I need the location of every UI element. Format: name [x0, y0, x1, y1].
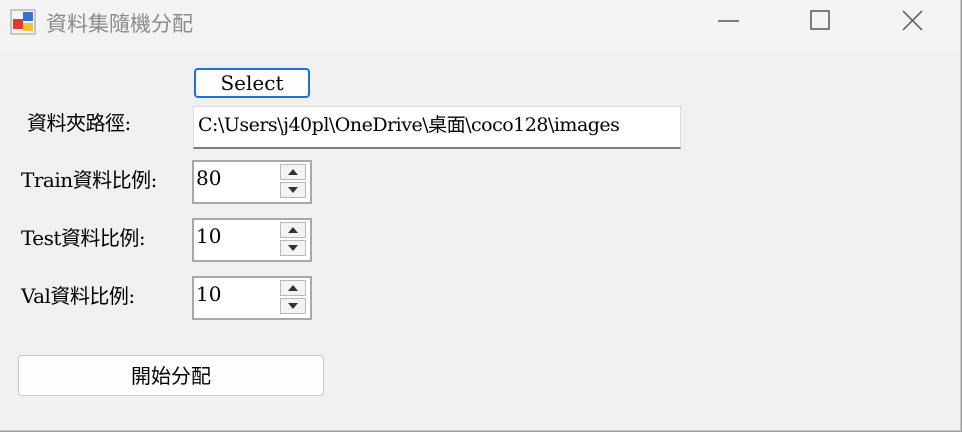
train-spin-up-button[interactable] — [280, 164, 306, 180]
close-icon — [902, 10, 923, 31]
test-spin-buttons — [280, 222, 308, 258]
folder-path-label: 資料夾路徑: — [27, 111, 131, 135]
app-window: 資料集隨機分配 Select 資料夾路徑: C:\Users\j40pl\One… — [0, 0, 961, 431]
val-ratio-spinner[interactable]: 10 — [192, 276, 312, 320]
train-ratio-label: Train資料比例: — [21, 168, 157, 192]
arrow-down-icon — [288, 245, 298, 251]
test-ratio-spinner[interactable]: 10 — [192, 218, 312, 262]
arrow-up-icon — [288, 169, 298, 175]
test-spin-up-button[interactable] — [280, 222, 306, 238]
val-spin-down-button[interactable] — [280, 298, 306, 314]
train-spin-buttons — [280, 164, 308, 200]
val-ratio-value[interactable]: 10 — [196, 282, 221, 306]
arrow-up-icon — [288, 227, 298, 233]
arrow-up-icon — [288, 285, 298, 291]
maximize-icon — [810, 10, 830, 30]
window-title: 資料集隨機分配 — [46, 12, 193, 36]
close-button[interactable] — [889, 0, 935, 42]
train-ratio-value[interactable]: 80 — [196, 166, 221, 190]
title-bar[interactable]: 資料集隨機分配 — [0, 0, 960, 52]
train-ratio-spinner[interactable]: 80 — [192, 160, 312, 204]
train-spin-down-button[interactable] — [280, 182, 306, 198]
val-spin-up-button[interactable] — [280, 280, 306, 296]
arrow-down-icon — [288, 303, 298, 309]
val-ratio-label: Val資料比例: — [21, 284, 135, 308]
app-icon[interactable] — [10, 9, 36, 35]
start-split-button[interactable]: 開始分配 — [18, 355, 324, 396]
val-spin-buttons — [280, 280, 308, 316]
maximize-button[interactable] — [797, 0, 843, 42]
folder-path-field[interactable]: C:\Users\j40pl\OneDrive\桌面\coco128\image… — [193, 106, 681, 149]
arrow-down-icon — [288, 187, 298, 193]
minimize-button[interactable] — [706, 0, 752, 42]
test-spin-down-button[interactable] — [280, 240, 306, 256]
select-folder-button[interactable]: Select — [194, 68, 310, 98]
minimize-icon — [718, 20, 739, 22]
test-ratio-value[interactable]: 10 — [196, 224, 221, 248]
test-ratio-label: Test資料比例: — [21, 226, 146, 250]
